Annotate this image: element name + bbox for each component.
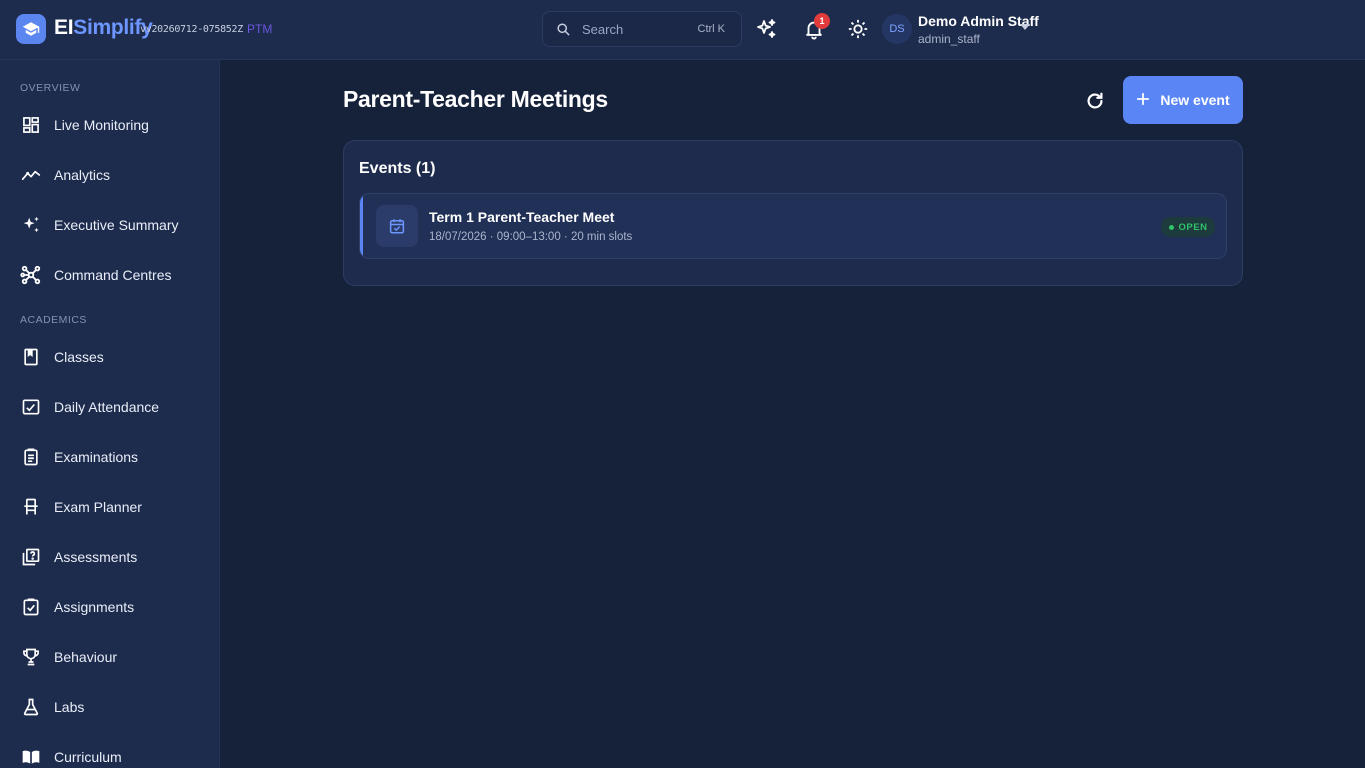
status-badge: OPEN	[1161, 217, 1215, 237]
brand-part-1: EI	[54, 16, 74, 39]
sidebar-item-daily-attendance[interactable]: Daily Attendance	[0, 387, 219, 427]
trend-icon	[20, 164, 42, 186]
open-book-icon	[20, 746, 42, 768]
sidebar-item-label: Analytics	[54, 167, 111, 183]
sidebar-item-assessments[interactable]: Assessments	[0, 537, 219, 577]
sidebar: OVERVIEW Live Monitoring Analytics Execu…	[0, 60, 220, 768]
section-label-overview: OVERVIEW	[20, 82, 81, 94]
version-label: vv20260712-075852Z	[140, 24, 243, 35]
status-label: OPEN	[1178, 221, 1208, 233]
sidebar-item-label: Assessments	[54, 549, 138, 565]
sidebar-item-label: Assignments	[54, 599, 135, 615]
sidebar-item-label: Behaviour	[54, 649, 118, 665]
refresh-icon[interactable]	[1082, 88, 1108, 114]
sidebar-item-exam-planner[interactable]: Exam Planner	[0, 487, 219, 527]
sidebar-item-label: Curriculum	[54, 749, 122, 765]
sidebar-item-label: Command Centres	[54, 267, 172, 283]
events-card: Events (1) Term 1 Parent-Teacher Meet 18…	[343, 140, 1243, 286]
sidebar-item-label: Live Monitoring	[54, 117, 149, 133]
new-event-label: New event	[1160, 92, 1230, 108]
sidebar-item-live-monitoring[interactable]: Live Monitoring	[0, 105, 219, 145]
page-title: Parent-Teacher Meetings	[343, 86, 608, 112]
calendar-check-icon	[376, 205, 418, 247]
theme-toggle-sun-icon[interactable]	[845, 16, 871, 42]
clipboard-icon	[20, 446, 42, 468]
event-row[interactable]: Term 1 Parent-Teacher Meet 18/07/2026 · …	[359, 193, 1227, 259]
chair-icon	[20, 496, 42, 518]
sidebar-item-labs[interactable]: Labs	[0, 687, 219, 727]
sidebar-item-label: Labs	[54, 699, 85, 715]
checklist-icon	[20, 396, 42, 418]
sidebar-item-analytics[interactable]: Analytics	[0, 155, 219, 195]
graduation-cap-logo-icon[interactable]	[16, 14, 46, 44]
section-label-academics: ACADEMICS	[20, 314, 87, 326]
event-accent-bar	[360, 194, 363, 258]
event-name: Term 1 Parent-Teacher Meet	[429, 209, 615, 225]
network-icon	[20, 264, 42, 286]
search-box[interactable]: Search Ctrl K	[542, 11, 742, 47]
chevron-down-icon[interactable]	[1020, 24, 1030, 30]
search-shortcut: Ctrl K	[697, 23, 726, 35]
events-card-title: Events (1)	[359, 160, 436, 177]
event-meta: 18/07/2026 · 09:00–13:00 · 20 min slots	[429, 231, 633, 243]
sidebar-item-label: Classes	[54, 349, 104, 365]
plus-icon	[1136, 92, 1150, 109]
notification-count-badge: 1	[814, 13, 830, 29]
user-handle: admin_staff	[918, 32, 980, 46]
search-icon	[556, 22, 571, 42]
brand-name[interactable]: EISimplify	[54, 16, 153, 40]
new-event-button[interactable]: New event	[1123, 76, 1243, 124]
quiz-icon	[20, 546, 42, 568]
flask-icon	[20, 696, 42, 718]
sidebar-item-assignments[interactable]: Assignments	[0, 587, 219, 627]
sidebar-item-label: Examinations	[54, 449, 139, 465]
sidebar-item-label: Daily Attendance	[54, 399, 160, 415]
sidebar-item-executive-summary[interactable]: Executive Summary	[0, 205, 219, 245]
ai-sparkle-icon[interactable]	[753, 16, 779, 42]
sidebar-item-behaviour[interactable]: Behaviour	[0, 637, 219, 677]
trophy-icon	[20, 646, 42, 668]
book-icon	[20, 346, 42, 368]
search-placeholder: Search	[582, 22, 624, 37]
sidebar-item-examinations[interactable]: Examinations	[0, 437, 219, 477]
sidebar-item-command-centres[interactable]: Command Centres	[0, 255, 219, 295]
status-dot	[1168, 224, 1174, 230]
avatar[interactable]: DS	[882, 14, 912, 44]
top-bar: EISimplify vv20260712-075852Z PTM Search…	[0, 0, 1365, 60]
module-tag: PTM	[247, 22, 273, 36]
assignment-check-icon	[20, 596, 42, 618]
dashboard-icon	[20, 114, 42, 136]
sidebar-item-curriculum[interactable]: Curriculum	[0, 737, 219, 768]
sidebar-item-label: Exam Planner	[54, 499, 142, 515]
sidebar-item-label: Executive Summary	[54, 217, 179, 233]
sparkle-icon	[20, 214, 42, 236]
sidebar-item-classes[interactable]: Classes	[0, 337, 219, 377]
